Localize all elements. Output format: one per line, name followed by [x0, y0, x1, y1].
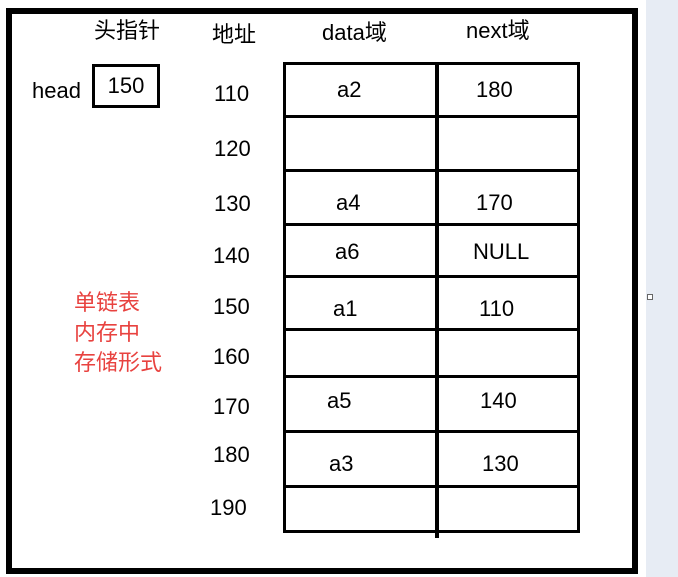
next-cell: NULL [473, 239, 530, 264]
row-divider [283, 275, 580, 278]
next-cell: 110 [479, 296, 515, 321]
row-divider [283, 169, 580, 172]
row-divider [283, 375, 580, 378]
head-label: head [32, 78, 81, 103]
resize-handle-icon[interactable] [647, 294, 653, 300]
head-pointer-value: 150 [107, 73, 145, 98]
address-cell: 110 [214, 81, 250, 106]
row-divider [283, 115, 580, 118]
address-cell: 160 [213, 344, 250, 369]
data-field-header: data域 [322, 20, 387, 45]
next-field-header: next域 [466, 18, 530, 43]
address-cell: 140 [213, 243, 250, 268]
row-divider [283, 485, 580, 488]
head-pointer-box: 150 [92, 64, 160, 108]
memory-table [283, 62, 580, 533]
address-cell: 180 [213, 442, 250, 467]
address-cell: 170 [213, 394, 250, 419]
row-divider [283, 430, 580, 433]
data-cell: a1 [333, 296, 358, 321]
note-line: 存储形式 [74, 350, 163, 375]
address-header: 地址 [212, 22, 257, 47]
data-cell: a3 [329, 451, 354, 476]
data-cell: a5 [327, 388, 352, 413]
column-divider [435, 62, 439, 538]
next-cell: 130 [482, 451, 519, 476]
address-cell: 120 [214, 136, 251, 161]
data-cell: a6 [335, 239, 360, 264]
address-cell: 130 [214, 191, 251, 216]
next-cell: 140 [480, 388, 517, 413]
address-cell: 150 [213, 294, 250, 319]
data-cell: a4 [336, 190, 361, 215]
next-cell: 180 [476, 77, 513, 102]
next-cell: 170 [476, 190, 513, 215]
data-cell: a2 [337, 77, 362, 102]
note-line: 内存中 [74, 320, 141, 345]
head-pointer-header: 头指针 [94, 18, 161, 43]
row-divider [283, 328, 580, 331]
window-side-panel [646, 0, 678, 577]
note-line: 单链表 [74, 290, 141, 315]
row-divider [283, 223, 580, 226]
storage-note: 单链表 内存中 存储形式 [74, 288, 184, 378]
address-cell: 190 [210, 495, 247, 520]
